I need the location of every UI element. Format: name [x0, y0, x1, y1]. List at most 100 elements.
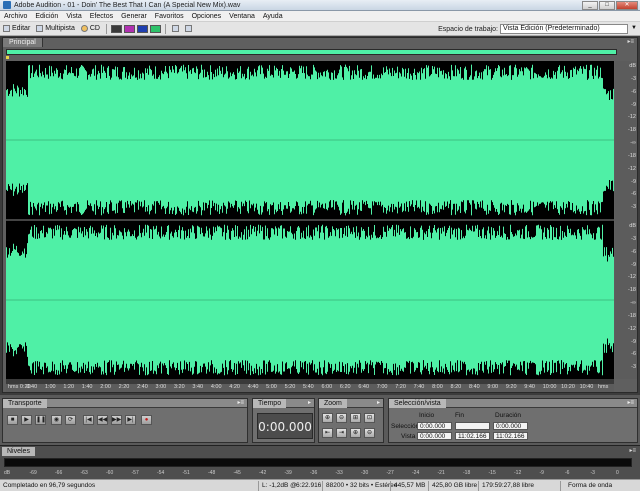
menu-vista[interactable]: Vista — [62, 13, 85, 20]
edit-view-button[interactable]: Editar — [0, 25, 33, 32]
selection-end-field[interactable] — [455, 422, 490, 430]
zoom-full-button[interactable]: ⊞ — [350, 413, 361, 423]
menu-opciones[interactable]: Opciones — [188, 13, 226, 20]
zoom-in-vertical-button[interactable]: ⊕ — [350, 428, 361, 438]
panel-menu-icon[interactable]: ▸ — [377, 399, 380, 406]
menu-edicion[interactable]: Edición — [31, 13, 62, 20]
selection-start-field[interactable]: 0:00.000 — [417, 422, 452, 430]
multitrack-icon — [36, 25, 44, 32]
cd-icon — [80, 25, 88, 32]
tab-transporte[interactable]: Transporte — [3, 399, 47, 408]
level-scale-label: -45 — [233, 470, 241, 476]
zoom-panel: Zoom ▸ ⊕ ⊖ ⊞ ⊡ ⇤ ⇥ ⊕ ⊖ — [318, 398, 384, 443]
fast-forward-button[interactable]: ▶▶ — [111, 415, 122, 425]
level-scale-label: -27 — [386, 470, 394, 476]
zoom-header: Zoom ▸ — [319, 399, 383, 408]
view-swatch-3[interactable] — [137, 24, 148, 33]
zoom-out-vertical-button[interactable]: ⊖ — [364, 428, 375, 438]
level-scale-label: -51 — [182, 470, 190, 476]
tab-zoom[interactable]: Zoom — [319, 399, 347, 408]
menu-ventana[interactable]: Ventana — [225, 13, 259, 20]
time-tick-label: 4:00 — [210, 384, 222, 390]
minimize-button[interactable]: _ — [582, 1, 598, 10]
multitrack-view-button[interactable]: Multipista — [33, 25, 78, 32]
time-tick-label: 7:40 — [413, 384, 425, 390]
bottom-panels: Transporte ▸≡ ■ ▶ ❚❚ ◉ ⟳ |◀ ◀◀ ▶▶ ▶| ● T… — [0, 395, 640, 445]
selection-header: Selección/vista ▸≡ — [389, 399, 637, 408]
time-tick-label: 1:40 — [81, 384, 93, 390]
time-tick-label: 4:20 — [229, 384, 240, 390]
playhead-marker[interactable] — [6, 56, 9, 59]
time-tick-label: 8:20 — [450, 384, 462, 390]
row-selection-label: Selección — [391, 423, 420, 430]
zoom-left-button[interactable]: ⇤ — [322, 428, 333, 438]
cursor-tool-button[interactable] — [169, 25, 182, 32]
tab-principal[interactable]: Principal — [3, 38, 43, 47]
panel-menu-icon[interactable]: ▸ — [308, 399, 311, 406]
menu-bar: Archivo Edición Vista Efectos Generar Fa… — [0, 11, 640, 22]
time-tick-label: 9:40 — [524, 384, 535, 390]
level-scale-label: -48 — [208, 470, 216, 476]
record-button[interactable]: ● — [141, 415, 152, 425]
panel-menu-icon[interactable]: ▸≡ — [237, 399, 244, 406]
maximize-button[interactable]: □ — [599, 1, 615, 10]
tab-seleccion-vista[interactable]: Selección/vista — [389, 399, 446, 408]
pause-button[interactable]: ❚❚ — [35, 415, 46, 425]
view-swatch-4[interactable] — [150, 24, 161, 33]
menu-efectos[interactable]: Efectos — [86, 13, 117, 20]
level-scale-label: 0 — [616, 470, 619, 476]
waveform-display[interactable] — [6, 61, 614, 379]
panel-menu-icon[interactable]: ▸≡ — [627, 38, 634, 45]
go-to-start-button[interactable]: |◀ — [83, 415, 94, 425]
level-scale-label: -60 — [106, 470, 114, 476]
edit-view-label: Editar — [12, 25, 31, 32]
db-tick-label: -9 — [631, 178, 636, 185]
db-tick-label: -18 — [628, 127, 636, 134]
status-separator — [258, 481, 259, 491]
zoom-right-button[interactable]: ⇥ — [336, 428, 347, 438]
view-swatch-2[interactable] — [124, 24, 135, 33]
go-to-end-button[interactable]: ▶| — [125, 415, 136, 425]
tab-niveles[interactable]: Niveles — [2, 447, 35, 456]
play-from-cursor-button[interactable]: ◉ — [51, 415, 62, 425]
status-level: L: -1,2dB @ — [262, 482, 297, 489]
tab-tiempo[interactable]: Tiempo — [253, 399, 287, 408]
level-scale-label: -3 — [590, 470, 595, 476]
panel-menu-icon[interactable]: ▸≡ — [627, 399, 634, 406]
menu-favoritos[interactable]: Favoritos — [151, 13, 188, 20]
level-scale-label: -24 — [412, 470, 420, 476]
selection-duration-field[interactable]: 0:00.000 — [493, 422, 528, 430]
level-scale-label: -33 — [335, 470, 343, 476]
overview-bar[interactable] — [6, 49, 617, 55]
level-scale-label: -30 — [361, 470, 369, 476]
chevron-down-icon[interactable]: ▼ — [631, 25, 637, 31]
zoom-in-horizontal-button[interactable]: ⊕ — [322, 413, 333, 423]
db-tick-label: -9 — [631, 338, 636, 345]
window-title: Adobe Audition - 01 - Doin' The Best Tha… — [14, 1, 241, 9]
view-duration-field[interactable]: 11:02.166 — [493, 432, 528, 440]
loop-button[interactable]: ⟳ — [65, 415, 76, 425]
time-tick-label: 2:00 — [100, 384, 111, 390]
db-tick-label: -3 — [631, 204, 636, 211]
panel-menu-icon[interactable]: ▸≡ — [629, 447, 636, 454]
time-tick-label: 1:20 — [63, 384, 75, 390]
menu-generar[interactable]: Generar — [117, 13, 151, 20]
cd-view-button[interactable]: CD — [78, 25, 103, 32]
view-end-field[interactable]: 11:02.166 — [455, 432, 490, 440]
menu-ayuda[interactable]: Ayuda — [259, 13, 287, 20]
menu-archivo[interactable]: Archivo — [0, 13, 31, 20]
zoom-out-horizontal-button[interactable]: ⊖ — [336, 413, 347, 423]
rewind-button[interactable]: ◀◀ — [97, 415, 108, 425]
zoom-selection-button[interactable]: ⊡ — [364, 413, 375, 423]
db-tick-label: -12 — [628, 165, 636, 172]
workspace-select[interactable]: Vista Edición (Predeterminado) — [500, 24, 628, 34]
view-start-field[interactable]: 0:00.000 — [417, 432, 452, 440]
close-button[interactable]: ✕ — [616, 1, 638, 10]
db-tick-label: -12 — [628, 114, 636, 121]
play-button[interactable]: ▶ — [21, 415, 32, 425]
toolbar-separator — [106, 23, 107, 34]
hand-tool-button[interactable] — [182, 25, 195, 32]
view-swatch-1[interactable] — [111, 24, 122, 33]
stop-button[interactable]: ■ — [7, 415, 18, 425]
status-bar: Completado en 96,79 segundos L: -1,2dB @… — [0, 479, 640, 491]
